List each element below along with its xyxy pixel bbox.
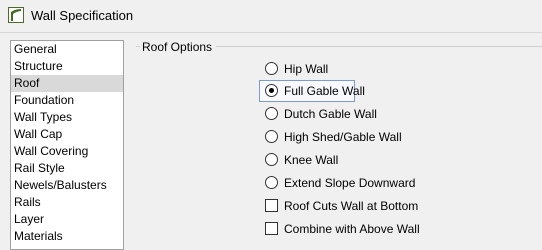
wall-app-icon bbox=[8, 7, 24, 23]
sidebar-item-rail-style[interactable]: Rail Style bbox=[11, 160, 123, 177]
radio-selected-dot bbox=[269, 88, 274, 93]
sidebar-item-structure[interactable]: Structure bbox=[11, 58, 123, 75]
title-bar: Wall Specification bbox=[0, 0, 542, 33]
sidebar-item-wall-cap[interactable]: Wall Cap bbox=[11, 126, 123, 143]
sidebar-item-roof[interactable]: Roof bbox=[11, 75, 123, 92]
checkbox-label: Roof Cuts Wall at Bottom bbox=[284, 199, 419, 213]
checkbox[interactable] bbox=[265, 199, 278, 212]
radio-label: Full Gable Wall bbox=[284, 84, 365, 98]
checkbox-label: Combine with Above Wall bbox=[284, 222, 420, 236]
roof-options-group-title: Roof Options bbox=[140, 40, 217, 54]
radio-label: High Shed/Gable Wall bbox=[284, 130, 402, 144]
checkbox[interactable] bbox=[265, 222, 278, 235]
category-list[interactable]: General Structure Roof Foundation Wall T… bbox=[10, 40, 124, 250]
sidebar-item-materials[interactable]: Materials bbox=[11, 228, 123, 245]
radio-button[interactable] bbox=[265, 62, 278, 75]
window-title: Wall Specification bbox=[31, 8, 134, 23]
sidebar-item-general[interactable]: General bbox=[11, 41, 123, 58]
radio-button[interactable] bbox=[265, 84, 278, 97]
radio-button[interactable] bbox=[265, 176, 278, 189]
radio-label: Hip Wall bbox=[284, 62, 329, 76]
sidebar-item-newels-balusters[interactable]: Newels/Balusters bbox=[11, 177, 123, 194]
sidebar-item-wall-covering[interactable]: Wall Covering bbox=[11, 143, 123, 160]
sidebar-item-foundation[interactable]: Foundation bbox=[11, 92, 123, 109]
sidebar-item-rails[interactable]: Rails bbox=[11, 194, 123, 211]
radio-label: Dutch Gable Wall bbox=[284, 107, 377, 121]
sidebar-item-wall-types[interactable]: Wall Types bbox=[11, 109, 123, 126]
radio-button[interactable] bbox=[265, 130, 278, 143]
radio-label: Knee Wall bbox=[284, 153, 339, 167]
radio-button[interactable] bbox=[265, 107, 278, 120]
radio-label: Extend Slope Downward bbox=[284, 176, 416, 190]
sidebar-item-layer[interactable]: Layer bbox=[11, 211, 123, 228]
radio-button[interactable] bbox=[265, 153, 278, 166]
